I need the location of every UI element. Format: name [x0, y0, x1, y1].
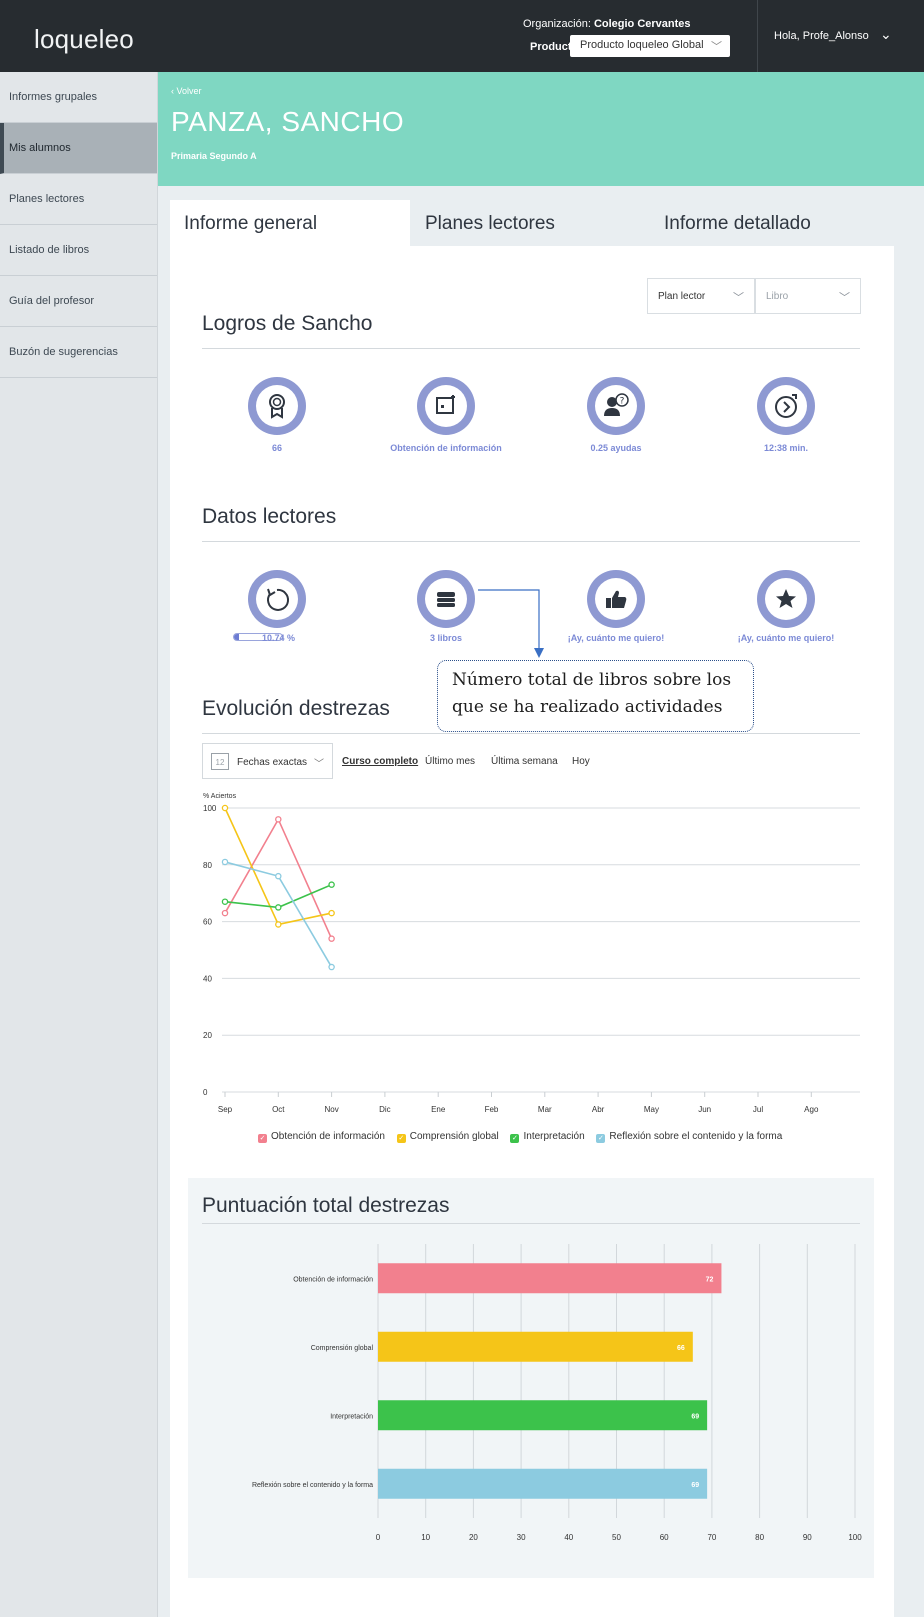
bar-value-label: 72: [706, 1276, 714, 1283]
y-tick-label: 100: [203, 804, 217, 813]
data-point: [275, 816, 282, 823]
skills-score-bar-chart: 0 10 20 30 40 50 60 70 80 90 100 Obtención de infor…: [252, 1244, 862, 1542]
x-tick-label: Ago: [804, 1105, 819, 1114]
legend-item-obtencion[interactable]: ✓ Obtención de información: [258, 1131, 385, 1143]
x-tick-label: 50: [612, 1533, 621, 1542]
x-tick-label: Jul: [753, 1105, 763, 1114]
x-tick-label: Jun: [698, 1105, 711, 1114]
data-point: [328, 935, 335, 942]
x-tick-label: 30: [517, 1533, 526, 1542]
data-point: [221, 898, 229, 905]
category-label: Interpretación: [330, 1413, 373, 1420]
data-point: [275, 872, 282, 880]
x-tick-label: 60: [660, 1533, 669, 1542]
line-chart-legend: ✓ Obtención de información ✓ Comprensión g…: [258, 1131, 791, 1143]
x-tick-label: Oct: [272, 1105, 285, 1114]
data-point: [328, 909, 335, 917]
x-tick-label: 80: [755, 1533, 764, 1542]
y-tick-label: 20: [203, 1031, 212, 1040]
bar: [378, 1331, 693, 1362]
x-tick-label: Ene: [431, 1105, 446, 1114]
checkbox-icon: ✓: [396, 1134, 406, 1143]
y-axis-label: % Aciertos: [203, 793, 237, 800]
x-tick-label: 20: [469, 1533, 478, 1542]
data-point: [328, 963, 335, 971]
puntuacion-card: Puntuación total destrezas 0 10 20 30 40 50 60…: [188, 1178, 874, 1578]
bar: [378, 1468, 708, 1499]
bar: [378, 1400, 708, 1431]
x-tick-label: Nov: [324, 1105, 338, 1114]
bar-value-label: 69: [691, 1413, 699, 1420]
data-point: [221, 909, 229, 917]
data-point: [275, 921, 282, 928]
y-tick-label: 80: [203, 861, 212, 870]
x-tick-label: May: [644, 1105, 659, 1114]
x-tick-label: Dic: [379, 1105, 391, 1114]
checkbox-icon: ✓: [596, 1134, 606, 1143]
legend-item-interpretacion[interactable]: ✓ Interpretación: [510, 1131, 585, 1143]
legend-item-comprension[interactable]: ✓ Comprensión global: [396, 1131, 499, 1143]
bar-value-label: 66: [677, 1345, 685, 1352]
x-tick-label: 100: [848, 1533, 862, 1542]
x-tick-label: Mar: [538, 1105, 552, 1114]
data-point: [328, 881, 335, 888]
category-label: Obtención de información: [293, 1276, 373, 1283]
data-point: [275, 904, 282, 911]
x-tick-label: Sep: [218, 1105, 233, 1114]
x-tick-label: 70: [707, 1533, 716, 1542]
y-tick-label: 40: [203, 974, 212, 983]
x-tick-label: Feb: [485, 1105, 499, 1114]
x-tick-label: Abr: [592, 1105, 605, 1114]
checkbox-icon: ✓: [510, 1134, 520, 1143]
bar-value-label: 69: [691, 1482, 699, 1489]
y-tick-label: 0: [203, 1088, 208, 1097]
data-point: [221, 804, 229, 812]
x-tick-label: 90: [803, 1533, 812, 1542]
x-tick-label: 40: [564, 1533, 573, 1542]
x-tick-label: 10: [421, 1533, 430, 1542]
y-tick-label: 60: [203, 918, 212, 927]
legend-item-reflexion[interactable]: ✓ Reflexión sobre el contenido y la forma: [596, 1131, 782, 1143]
checkbox-icon: ✓: [258, 1134, 267, 1143]
data-point: [221, 858, 229, 866]
category-label: Comprensión global: [311, 1345, 374, 1352]
x-tick-label: 0: [376, 1533, 381, 1542]
bar: [378, 1263, 722, 1294]
category-label: Reflexión sobre el contenido y la forma: [252, 1482, 373, 1489]
